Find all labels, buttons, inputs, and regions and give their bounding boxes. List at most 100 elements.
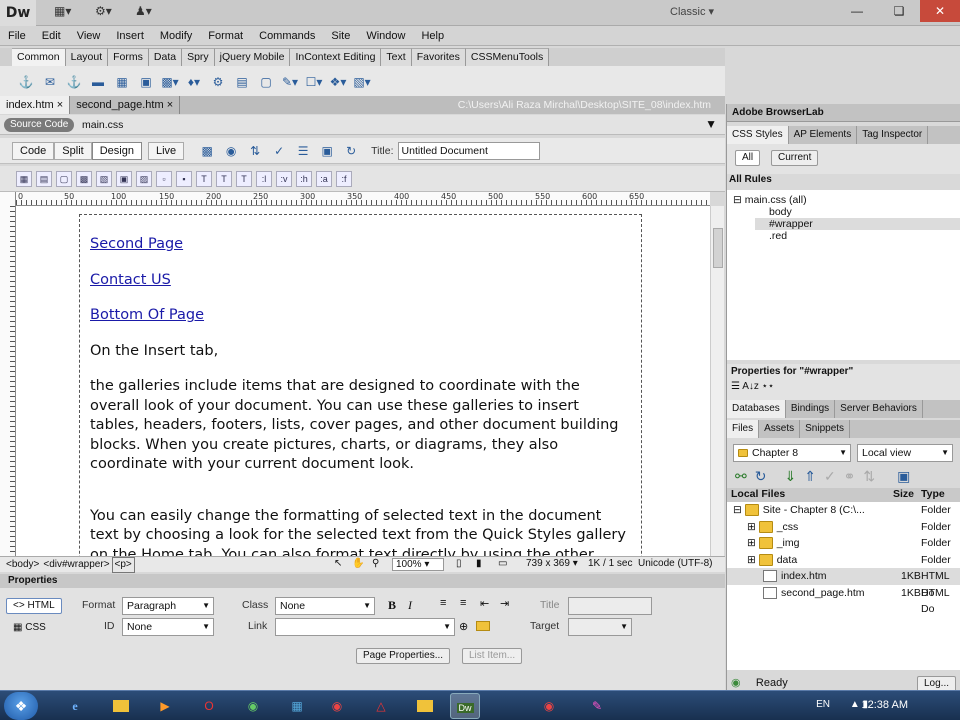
image-icon[interactable]: ▩▾	[161, 73, 179, 91]
menu-site[interactable]: Site	[323, 26, 358, 46]
named-anchor-icon[interactable]: ⚓	[65, 73, 83, 91]
title-prop-input[interactable]	[568, 597, 652, 615]
tab-assets[interactable]: Assets	[759, 420, 801, 438]
design-view[interactable]: Second Page Contact US Bottom Of Page On…	[16, 206, 710, 556]
format-icon-4[interactable]: ▩	[76, 170, 92, 187]
rule-body[interactable]: body	[769, 206, 792, 218]
head-icon[interactable]: ☐▾	[305, 73, 323, 91]
scrollbar-thumb[interactable]	[713, 228, 723, 268]
list-item-button[interactable]: List Item...	[462, 648, 523, 664]
check-browser-icon[interactable]: ☰	[294, 142, 312, 160]
put-files-icon[interactable]: ⇑	[804, 468, 816, 485]
paragraph-galleries[interactable]: the galleries include items that are des…	[90, 377, 631, 475]
format-icon-3[interactable]: ▢	[56, 170, 72, 187]
tab-databases[interactable]: Databases	[727, 400, 786, 418]
paint-icon[interactable]: ✎	[582, 693, 612, 719]
tab-spry[interactable]: Spry	[182, 48, 215, 66]
start-button[interactable]: ❖	[4, 692, 38, 720]
browse-folder-icon[interactable]	[476, 621, 490, 631]
format-a-button[interactable]: :a	[316, 170, 332, 187]
page-properties-button[interactable]: Page Properties...	[356, 648, 451, 664]
filter-icon[interactable]: ▼	[705, 117, 717, 131]
hyperlink-icon[interactable]: ⚓	[17, 73, 35, 91]
unordered-list-icon[interactable]: ≡	[440, 597, 446, 609]
tag-div-wrapper[interactable]: <div#wrapper>	[41, 558, 111, 572]
link-bottom-of-page[interactable]: Bottom Of Page	[90, 306, 631, 326]
format-icon-9[interactable]: ▪	[176, 170, 192, 187]
templates-icon[interactable]: ▧▾	[353, 73, 371, 91]
design-view-button[interactable]: Design	[91, 141, 142, 160]
link-input[interactable]: ▼	[275, 618, 455, 636]
sync-icon[interactable]: ⇅	[863, 468, 875, 485]
chrome-icon[interactable]: ◉	[322, 693, 352, 719]
tag-body[interactable]: <body>	[4, 558, 41, 572]
text-t2-icon[interactable]: T	[236, 170, 252, 187]
format-icon-5[interactable]: ▧	[96, 170, 112, 187]
format-select[interactable]: Paragraph ▼	[122, 597, 214, 615]
file-row-site[interactable]: ⊟ Site - Chapter 8 (C:\... Folder	[727, 502, 960, 519]
server-side-include-icon[interactable]: ▢	[257, 73, 275, 91]
tab-favorites[interactable]: Favorites	[411, 48, 466, 66]
file-row-img[interactable]: ⊞ _img Folder	[727, 535, 960, 552]
menu-format[interactable]: Format	[200, 26, 251, 46]
preview-browser-icon[interactable]: ◉	[222, 142, 240, 160]
script-icon[interactable]: ❖▾	[329, 73, 347, 91]
media-icon[interactable]: ♦▾	[185, 73, 203, 91]
props-view-icons[interactable]: ☰ A↓z ⋆⋆	[731, 381, 957, 392]
site-select[interactable]: Chapter 8 ▼	[733, 444, 851, 462]
view-select[interactable]: Local view ▼	[857, 444, 953, 462]
format-v-button[interactable]: :v	[276, 170, 292, 187]
code-view-button[interactable]: Code	[12, 141, 55, 160]
tab-cssmenutools[interactable]: CSSMenuTools	[465, 48, 550, 66]
get-files-icon[interactable]: ⇓	[784, 468, 796, 485]
format-icon-2[interactable]: ▤	[36, 170, 52, 187]
menu-window[interactable]: Window	[358, 26, 413, 46]
document-title-input[interactable]: Untitled Document	[397, 141, 540, 160]
paragraph-formatting[interactable]: You can easily change the formatting of …	[90, 507, 631, 557]
italic-button[interactable]: I	[408, 598, 412, 613]
close-button[interactable]: ✕	[920, 0, 960, 22]
tab-tag-inspector[interactable]: Tag Inspector	[857, 126, 929, 144]
format-icon-6[interactable]: ▣	[116, 170, 132, 187]
tab-jquery-mobile[interactable]: jQuery Mobile	[214, 48, 291, 66]
connect-icon[interactable]: ⚯	[735, 468, 747, 485]
workspace-switcher[interactable]: Classic ▾	[670, 5, 714, 18]
dreamweaver-icon[interactable]: Dw	[450, 693, 480, 719]
css-mode-button[interactable]: ▦ CSS	[6, 620, 53, 636]
file-row-data[interactable]: ⊞ data Folder	[727, 552, 960, 569]
text-tt-icon[interactable]: T	[216, 170, 232, 187]
layout-icon[interactable]: ▦▾	[54, 4, 71, 22]
w3c-validation-icon[interactable]: ✓	[270, 142, 288, 160]
window-size-icon-1[interactable]: ▯	[456, 558, 462, 569]
live-view-button[interactable]: Live	[147, 141, 185, 160]
format-icon-8[interactable]: ▫	[156, 170, 172, 187]
tab-data[interactable]: Data	[148, 48, 183, 66]
tab-files[interactable]: Files	[727, 420, 760, 438]
language-indicator[interactable]: EN	[816, 699, 830, 710]
date-icon[interactable]: ▤	[233, 73, 251, 91]
folder-icon[interactable]	[410, 693, 440, 719]
col-size[interactable]: Size	[893, 488, 914, 500]
media-player-icon[interactable]: ▶	[150, 693, 180, 719]
system-clock[interactable]: 12:38 AM	[862, 699, 908, 711]
acrobat-icon[interactable]: △	[366, 693, 396, 719]
menu-help[interactable]: Help	[413, 26, 452, 46]
ordered-list-icon[interactable]: ≡	[460, 597, 466, 609]
bold-button[interactable]: B	[388, 598, 396, 613]
menu-view[interactable]: View	[69, 26, 109, 46]
chrome2-icon[interactable]: ◉	[534, 693, 564, 719]
menu-insert[interactable]: Insert	[108, 26, 152, 46]
format-f-button[interactable]: :f	[336, 170, 352, 187]
app-icon[interactable]: ◉	[238, 693, 268, 719]
id-select[interactable]: None ▼	[122, 618, 214, 636]
email-link-icon[interactable]: ✉	[41, 73, 59, 91]
format-h-button[interactable]: :h	[296, 170, 312, 187]
link-second-page[interactable]: Second Page	[90, 235, 631, 255]
current-mode-button[interactable]: Current	[771, 150, 819, 166]
check-in-icon[interactable]: ⚭	[844, 468, 856, 485]
text-t-icon[interactable]: T	[196, 170, 212, 187]
gear-icon[interactable]: ⚙▾	[95, 4, 112, 22]
user-icon[interactable]: ♟▾	[135, 4, 152, 22]
select-tool-icon[interactable]: ↖	[334, 558, 342, 569]
div-icon[interactable]: ▣	[137, 73, 155, 91]
